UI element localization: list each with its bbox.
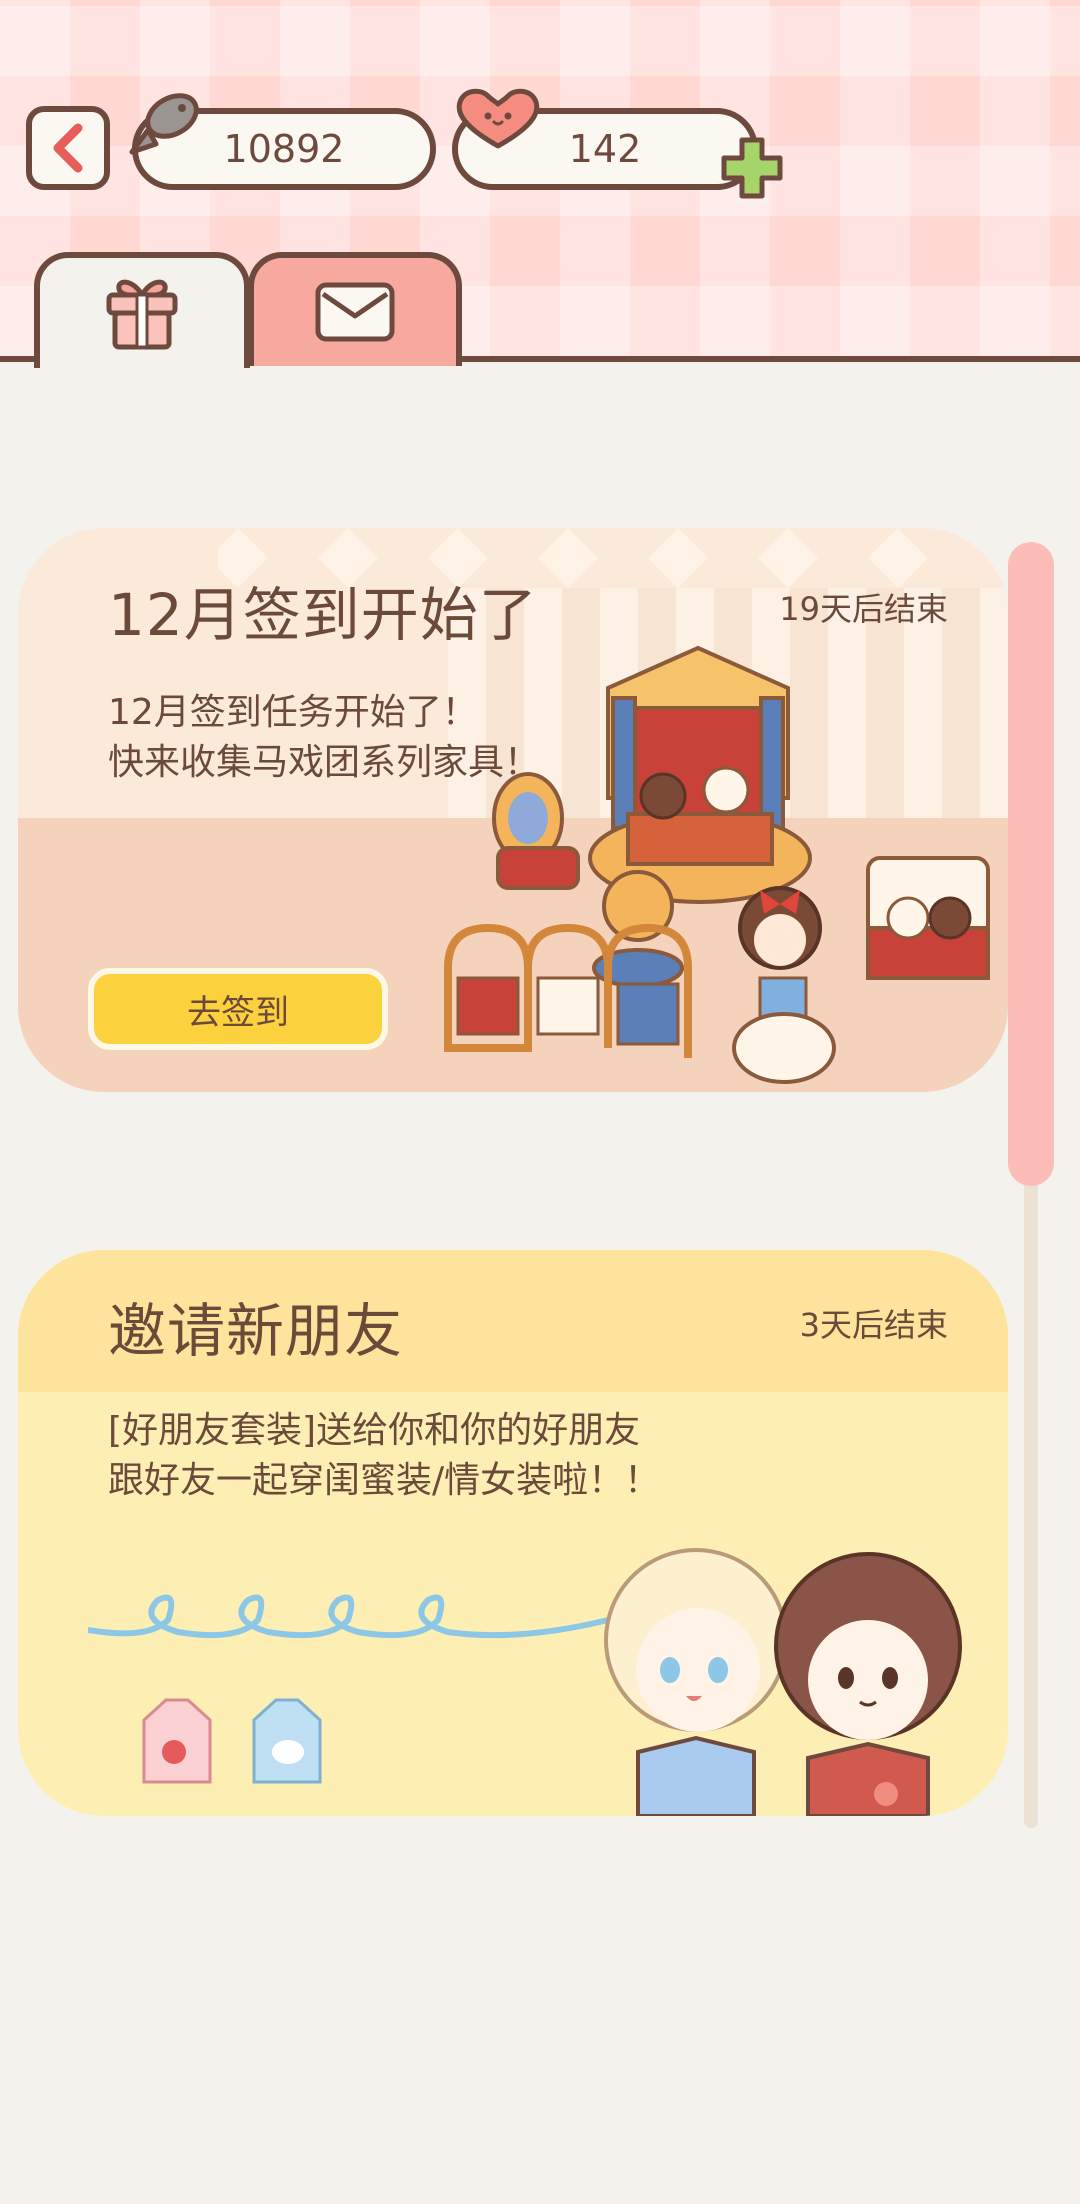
friends-illustration (604, 1548, 962, 1816)
heart-icon (456, 88, 540, 149)
mail-icon (315, 282, 395, 342)
circus-furniture-illustration (444, 645, 990, 1084)
card-description: [好朋友套装]送给你和你的好朋友 跟好友一起穿闺蜜装/情女装啦！！ (108, 1406, 660, 1506)
card-countdown: 19天后结束 (779, 590, 948, 628)
gift-icon (106, 279, 178, 350)
tab-gifts[interactable] (34, 252, 250, 368)
tab-mail[interactable] (248, 252, 462, 366)
back-button[interactable] (26, 106, 110, 190)
signin-button[interactable]: 去签到 (88, 968, 388, 1050)
add-hearts-button[interactable] (718, 134, 786, 202)
scrollbar-thumb[interactable] (1008, 542, 1054, 1186)
card-countdown: 3天后结束 (799, 1306, 948, 1344)
event-card-signin[interactable]: 12月签到开始了 19天后结束 12月签到任务开始了！ 快来收集马戏团系列家具！… (18, 528, 1008, 1092)
event-card-invite[interactable]: 邀请新朋友 3天后结束 [好朋友套装]送给你和你的好朋友 跟好友一起穿闺蜜装/情… (18, 1250, 1008, 1816)
top-bar: 10892 142 (0, 0, 1080, 368)
milk-carton-icons (142, 1698, 322, 1784)
ribbon-decoration (88, 1594, 611, 1639)
heart-count: 142 (568, 127, 642, 171)
card-title: 邀请新朋友 (108, 1297, 404, 1365)
chevron-left-icon (53, 123, 83, 173)
fish-icon (129, 93, 199, 155)
fish-count: 10892 (223, 127, 345, 171)
card-desc-line1: [好朋友套装]送给你和你的好朋友 (108, 1410, 641, 1451)
card-desc-line2: 跟好友一起穿闺蜜装/情女装啦！！ (108, 1460, 661, 1501)
